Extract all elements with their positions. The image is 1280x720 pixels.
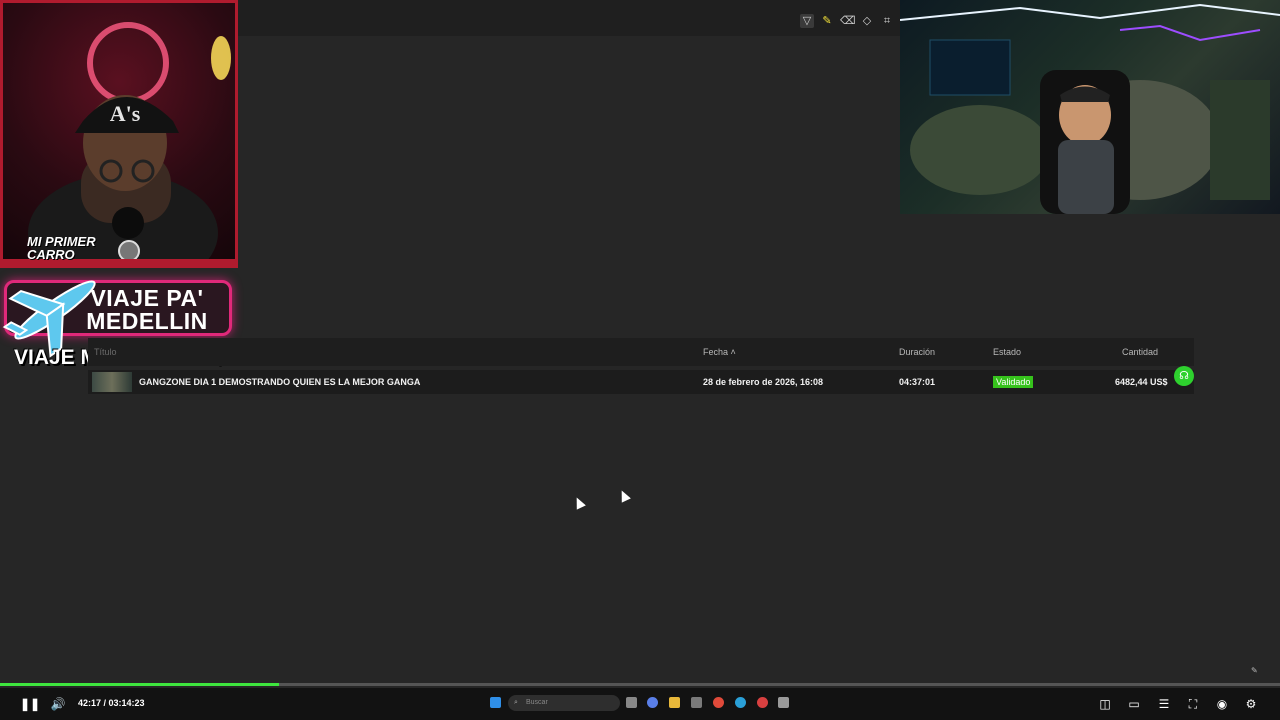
column-header-titulo[interactable]: Título: [94, 347, 117, 357]
support-chat-button[interactable]: ☊: [1174, 366, 1194, 386]
row-cantidad: 6482,44 US$: [1115, 377, 1168, 387]
headset-icon: ☊: [1179, 370, 1189, 382]
copilot-icon[interactable]: [647, 697, 658, 708]
search-placeholder: Buscar: [526, 699, 548, 706]
file-explorer-icon[interactable]: [669, 697, 680, 708]
mouse-cursor-icon: [572, 495, 586, 510]
webcam-figure-illustration: A's: [3, 22, 235, 265]
captions-icon[interactable]: ☰: [1156, 696, 1172, 712]
app-icon[interactable]: [757, 697, 768, 708]
theater-mode-icon[interactable]: ▭: [1126, 696, 1142, 712]
column-header-cantidad[interactable]: Cantidad: [1122, 347, 1158, 357]
column-header-fecha-label: Fecha: [703, 347, 729, 357]
feedback-icon[interactable]: ✎: [1251, 666, 1258, 675]
table-header: Título Fecha ˄ Duración Estado Cantidad: [88, 338, 1194, 366]
chrome-icon[interactable]: [713, 697, 724, 708]
settings-gear-icon[interactable]: ⚙: [1243, 696, 1259, 712]
webcam-room-illustration: [900, 3, 1280, 214]
filter-icon[interactable]: ▽: [800, 14, 814, 28]
highlighter-icon[interactable]: ✎: [820, 14, 834, 28]
task-view-icon[interactable]: [626, 697, 637, 708]
drawing-toolbar: ▽ ✎ ⌫ ◇ ⌗ ⤢ ↶ ↷: [238, 0, 952, 36]
table-row[interactable]: GANGZONE DIA 1 DEMOSTRANDO QUIEN ES LA M…: [88, 370, 1194, 394]
app-window-icon[interactable]: [778, 697, 789, 708]
video-progress-bar[interactable]: [0, 683, 1280, 686]
player-controls: ❚❚ 🔊 42:17 / 03:14:23 ⌕ Buscar ◫ ▭ ☰ ⛶ ◉…: [0, 688, 1280, 720]
row-fecha: 28 de febrero de 2026, 16:08: [703, 377, 824, 387]
miniplayer-icon[interactable]: ◫: [1097, 696, 1113, 712]
taskbar-search-input[interactable]: ⌕ Buscar: [508, 695, 620, 711]
volume-icon[interactable]: 🔊: [50, 696, 66, 712]
shapes-icon[interactable]: ◇: [860, 14, 874, 28]
search-icon: ⌕: [514, 699, 518, 706]
streamer-webcam-right: [900, 0, 1280, 214]
video-progress-fill: [0, 683, 280, 686]
eraser-icon[interactable]: ⌫: [840, 14, 856, 28]
fullscreen-icon[interactable]: ⛶: [1185, 696, 1201, 712]
pause-icon[interactable]: ❚❚: [20, 696, 40, 712]
playback-time: 42:17 / 03:14:23: [78, 698, 145, 708]
edge-icon[interactable]: [735, 697, 746, 708]
column-header-duracion[interactable]: Duración: [899, 347, 935, 357]
row-duracion: 04:37:01: [899, 377, 936, 387]
column-header-fecha[interactable]: Fecha ˄: [703, 347, 736, 357]
column-header-estado[interactable]: Estado: [993, 347, 1021, 357]
status-badge: Validado: [993, 376, 1034, 388]
windows-start-icon[interactable]: [490, 697, 501, 708]
video-thumbnail[interactable]: [92, 372, 132, 392]
sort-ascending-icon: ˄: [730, 347, 736, 357]
streamer-webcam-left: A's MI PRIMER CARRO: [0, 0, 238, 268]
mouse-cursor-icon: [617, 488, 631, 503]
svg-text:A's: A's: [110, 101, 141, 126]
row-titulo[interactable]: GANGZONE DIA 1 DEMOSTRANDO QUIEN ES LA M…: [139, 377, 420, 387]
crop-icon[interactable]: ⌗: [880, 14, 894, 28]
store-icon[interactable]: [691, 697, 702, 708]
clip-icon[interactable]: ◉: [1214, 696, 1230, 712]
